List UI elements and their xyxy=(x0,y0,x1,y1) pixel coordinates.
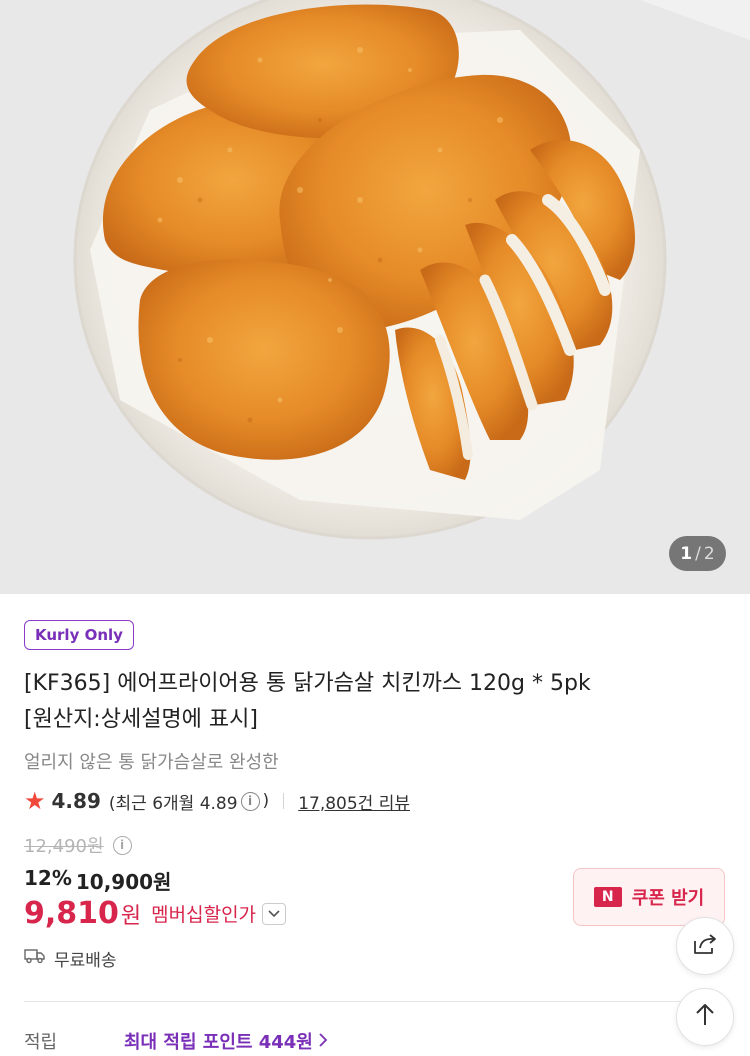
delivery-row: 무료배송 xyxy=(24,946,117,971)
sale-price-row: 12% 10,900원 xyxy=(24,866,171,895)
chicken-cutlet-photo xyxy=(0,0,750,594)
product-title-line1: [KF365] 에어프라이어용 통 닭가슴살 치킨까스 120g * 5pk xyxy=(24,671,591,696)
product-title: [KF365] 에어프라이어용 통 닭가슴살 치킨까스 120g * 5pk [… xyxy=(24,666,724,738)
image-page-indicator: 1 / 2 xyxy=(669,536,726,571)
points-value-link[interactable]: 최대 적립 포인트 444원 xyxy=(124,1028,313,1054)
total-pages: 2 xyxy=(703,543,715,564)
share-icon xyxy=(692,932,718,960)
page-separator: / xyxy=(695,543,701,564)
rating-score: 4.89 xyxy=(51,789,101,813)
divider xyxy=(283,793,285,809)
discount-rate: 12% xyxy=(24,866,72,890)
info-icon[interactable]: i xyxy=(240,791,260,811)
coupon-label: 쿠폰 받기 xyxy=(631,888,705,909)
product-image[interactable]: 1 / 2 xyxy=(0,0,750,594)
member-price: 9,810 xyxy=(24,896,119,931)
member-price-row[interactable]: 9,810 원 멤버십할인가 xyxy=(24,896,287,931)
kurly-only-badge: Kurly Only xyxy=(24,620,134,650)
points-label: 적립 xyxy=(24,1032,58,1053)
recent-rating-text: (최근 6개월 4.89 xyxy=(108,793,238,814)
current-page: 1 xyxy=(680,543,693,564)
share-button[interactable] xyxy=(676,917,734,975)
scroll-top-button[interactable] xyxy=(676,988,734,1046)
chevron-down-icon[interactable] xyxy=(262,902,287,925)
original-price: 12,490원 xyxy=(24,836,104,857)
member-discount-label: 멤버십할인가 xyxy=(151,904,257,926)
original-price-row: 12,490원 i xyxy=(24,832,135,858)
rating-row: ★ 4.89 (최근 6개월 4.89 i ) 17,805건 리뷰 xyxy=(24,786,410,816)
price-info-icon[interactable]: i xyxy=(112,835,132,855)
recent-rating-close: ) xyxy=(262,791,270,811)
section-divider xyxy=(24,1001,726,1002)
chevron-right-icon xyxy=(319,1031,328,1052)
truck-icon xyxy=(24,948,46,969)
arrow-up-icon xyxy=(695,1003,715,1031)
points-row: 적립 최대 적립 포인트 444원 xyxy=(24,1028,328,1054)
star-icon: ★ xyxy=(24,787,46,815)
member-price-unit: 원 xyxy=(120,903,142,929)
product-title-line2: [원산지:상세설명에 표시] xyxy=(24,707,258,732)
review-count-link[interactable]: 17,805건 리뷰 xyxy=(298,789,410,814)
sale-price: 10,900원 xyxy=(75,870,172,894)
delivery-label: 무료배송 xyxy=(54,951,117,971)
naver-logo-icon: N xyxy=(593,887,622,907)
product-subtitle: 얼리지 않은 통 닭가슴살로 완성한 xyxy=(24,752,279,773)
